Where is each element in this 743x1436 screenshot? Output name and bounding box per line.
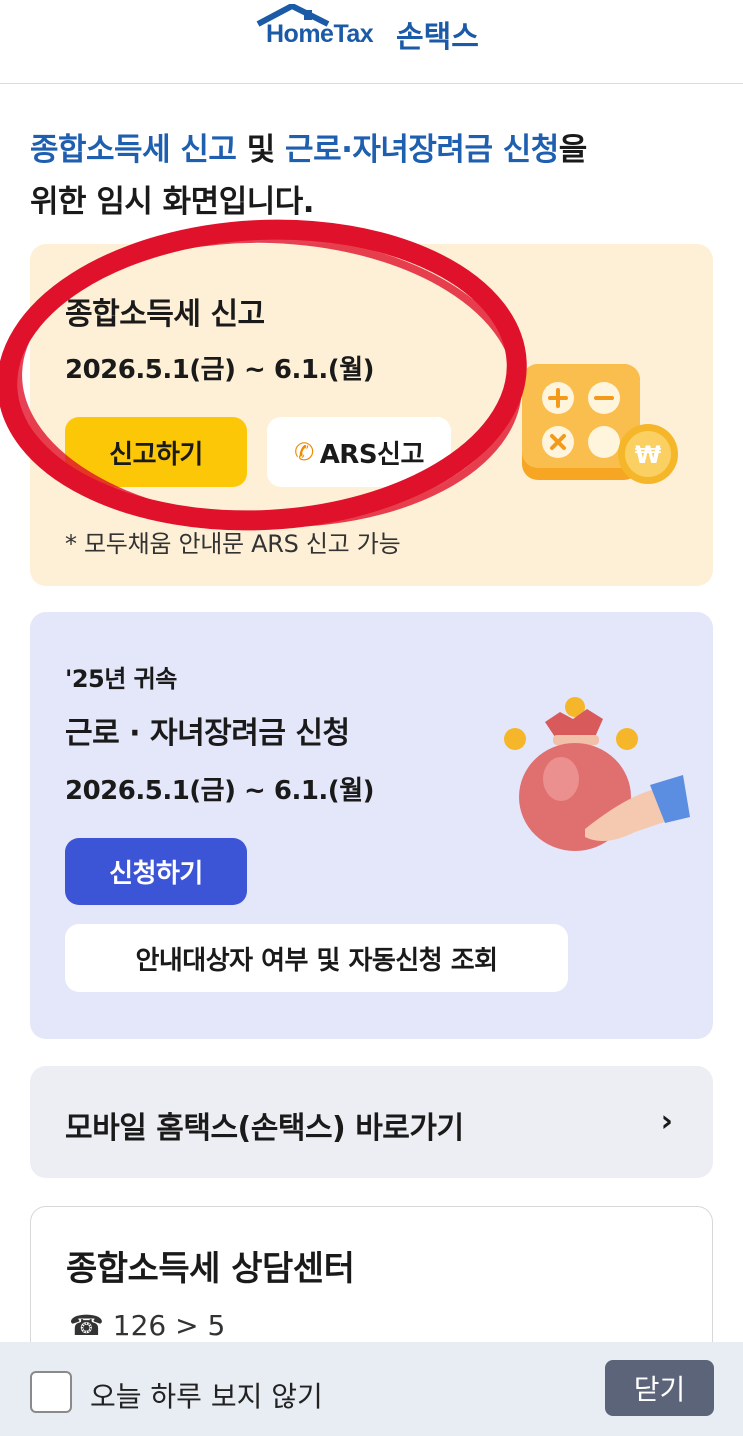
no-show-today-checkbox[interactable]	[30, 1371, 72, 1413]
intro-line2: 위한 임시 화면입니다.	[30, 184, 315, 220]
mobile-hometax-shortcut[interactable]: 모바일 홈택스(손택스) 바로가기 ›	[30, 1066, 713, 1178]
income-tax-title: 종합소득세 신고	[65, 297, 265, 332]
app-header: HomeTax 손택스	[0, 0, 743, 84]
incentive-date: 2026.5.1(금) ~ 6.1.(월)	[65, 776, 375, 806]
svg-text:₩: ₩	[635, 441, 662, 469]
shortcut-label: 모바일 홈택스(손택스) 바로가기	[65, 1111, 464, 1146]
intro-text: 종합소득세 신고 및 근로·자녀장려금 신청을 위한 임시 화면입니다.	[30, 124, 720, 228]
incentive-card: '25년 귀속 근로 · 자녀장려금 신청 2026.5.1(금) ~ 6.1.…	[30, 612, 713, 1039]
ars-report-label: ARS신고	[319, 439, 425, 470]
intro-suffix: 을	[558, 132, 588, 168]
logo-text-en: HomeTax	[266, 20, 374, 48]
intro-highlight-tax: 종합소득세 신고	[30, 132, 237, 168]
consult-phone-number: 126 > 5	[112, 1309, 226, 1342]
report-button[interactable]: 신고하기	[65, 417, 247, 487]
money-bag-icon	[504, 697, 690, 851]
intro-and: 및	[236, 132, 286, 168]
no-show-today-label[interactable]: 오늘 하루 보지 않기	[90, 1375, 323, 1415]
consult-phone[interactable]: ☎ 126 > 5	[69, 1309, 225, 1342]
popup-bottom-bar: 오늘 하루 보지 않기 닫기	[0, 1342, 743, 1436]
incentive-year: '25년 귀속	[65, 665, 177, 693]
phone-icon: ✆	[294, 438, 314, 466]
telephone-icon: ☎	[69, 1309, 104, 1342]
calculator-icon: ₩	[522, 364, 678, 484]
logo-text-ko: 손택스	[396, 20, 479, 55]
apply-button[interactable]: 신청하기	[65, 838, 247, 905]
ars-note: * 모두채움 안내문 ARS 신고 가능	[65, 530, 401, 558]
close-button[interactable]: 닫기	[605, 1360, 714, 1416]
intro-highlight-incentive: 근로·자녀장려금 신청	[285, 132, 559, 168]
incentive-title: 근로 · 자녀장려금 신청	[65, 716, 350, 751]
eligibility-check-button[interactable]: 안내대상자 여부 및 자동신청 조회	[65, 924, 568, 992]
chevron-right-icon: ›	[660, 1104, 673, 1139]
income-tax-card: 종합소득세 신고 2026.5.1(금) ~ 6.1.(월) 신고하기 ✆ AR…	[30, 244, 713, 586]
ars-report-button[interactable]: ✆ ARS신고	[267, 417, 451, 487]
income-tax-date: 2026.5.1(금) ~ 6.1.(월)	[65, 355, 375, 385]
consult-title: 종합소득세 상담센터	[66, 1249, 355, 1289]
hometax-logo[interactable]: HomeTax 손택스	[256, 4, 496, 55]
